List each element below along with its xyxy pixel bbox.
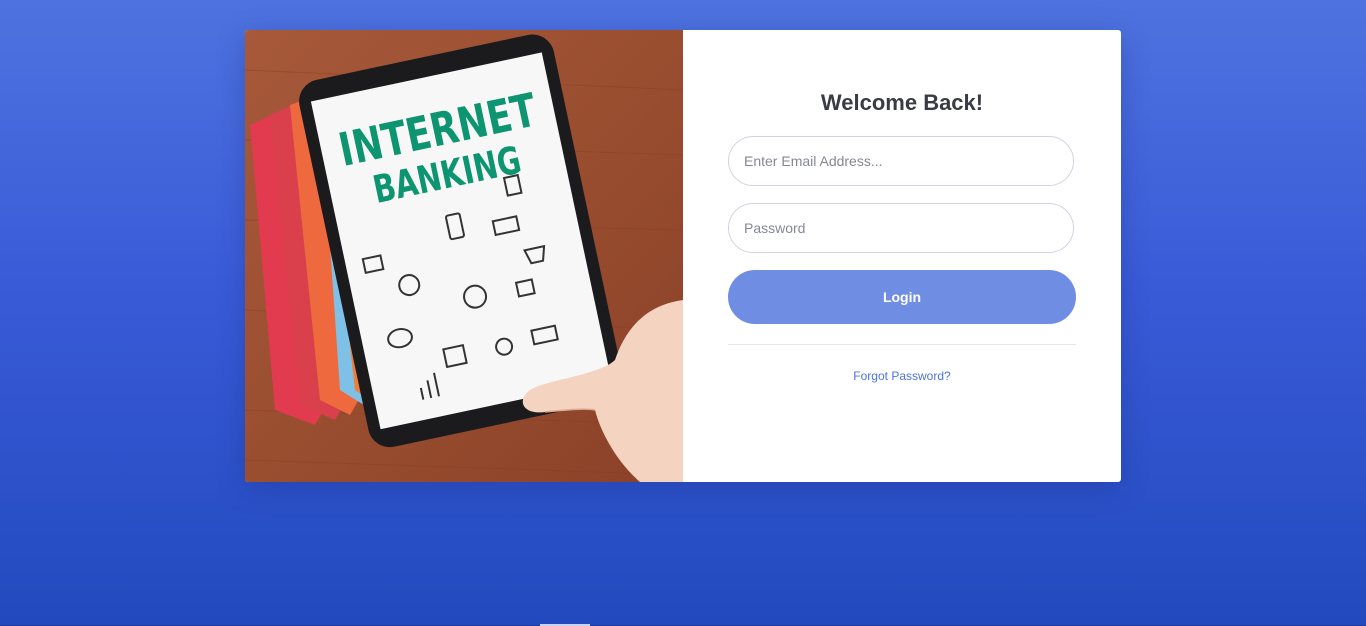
divider xyxy=(728,344,1076,345)
login-button[interactable]: Login xyxy=(728,270,1076,324)
login-panel: Welcome Back! Login Forgot Password? xyxy=(683,30,1121,482)
page-title: Welcome Back! xyxy=(820,90,984,115)
hero-image: INTERNET BANKING xyxy=(245,30,683,482)
login-card: INTERNET BANKING Welcome Back! Enter Ema… xyxy=(245,30,1121,482)
forgot-password-link[interactable]: Forgot Password? xyxy=(683,369,1121,383)
email-field[interactable] xyxy=(728,136,1074,186)
password-field[interactable] xyxy=(728,203,1074,253)
